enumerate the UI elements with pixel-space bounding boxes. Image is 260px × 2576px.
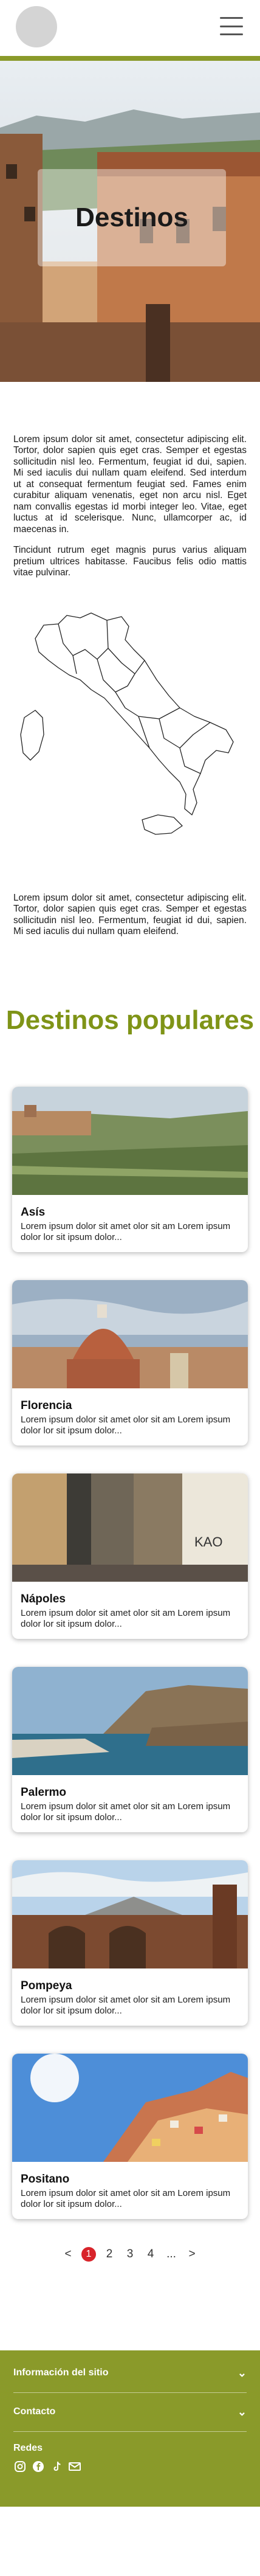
instagram-icon[interactable] (13, 2460, 27, 2473)
top-bar (0, 0, 260, 56)
footer-site-info-toggle[interactable]: Información del sitio ⌄ (13, 2354, 247, 2393)
destination-image (12, 1086, 248, 1195)
social-icons (13, 2460, 247, 2473)
destination-image (12, 1860, 248, 1968)
destination-image (12, 1279, 248, 1388)
prev-page-button[interactable]: < (61, 2247, 75, 2262)
footer-social-label: Redes (13, 2442, 43, 2453)
facebook-icon[interactable] (32, 2460, 45, 2473)
destination-description: Lorem ipsum dolor sit amet olor sit am L… (21, 2187, 231, 2209)
pagination-ellipsis: ... (166, 2247, 176, 2260)
destination-card[interactable]: Palermo Lorem ipsum dolor sit amet olor … (12, 1666, 248, 1832)
destination-card[interactable]: KAO Nápoles Lorem ipsum dolor sit amet o… (12, 1473, 248, 1639)
chevron-down-icon: ⌄ (237, 2405, 247, 2418)
destinations-list: Asís Lorem ipsum dolor sit amet olor sit… (0, 1086, 260, 2219)
italy-map-outline (20, 612, 234, 835)
destination-name: Asís (21, 1205, 46, 1219)
next-page-button[interactable]: > (185, 2247, 199, 2262)
destination-description: Lorem ipsum dolor sit amet olor sit am L… (21, 1220, 231, 1242)
destination-description: Lorem ipsum dolor sit amet olor sit am L… (21, 1414, 231, 1436)
hero-banner: Destinos (0, 61, 260, 382)
intro-paragraph-3: Lorem ipsum dolor sit amet, consectetur … (13, 892, 247, 937)
tiktok-icon[interactable] (50, 2460, 63, 2473)
destination-description: Lorem ipsum dolor sit amet olor sit am L… (21, 1801, 231, 1823)
italy-map (0, 589, 260, 850)
destination-card[interactable]: Positano Lorem ipsum dolor sit amet olor… (12, 2053, 248, 2219)
intro-text-2: Lorem ipsum dolor sit amet, consectetur … (0, 850, 260, 938)
logo-placeholder[interactable] (16, 6, 57, 47)
destination-card[interactable]: Florencia Lorem ipsum dolor sit amet olo… (12, 1279, 248, 1446)
destination-card[interactable]: Asís Lorem ipsum dolor sit amet olor sit… (12, 1086, 248, 1252)
page-4-button[interactable]: 4 (143, 2247, 158, 2262)
destination-description: Lorem ipsum dolor sit amet olor sit am L… (21, 1607, 231, 1629)
popular-destinations-title: Destinos populares (5, 1005, 255, 1035)
mail-icon[interactable] (68, 2460, 81, 2473)
destination-name: Pompeya (21, 1979, 72, 1992)
footer-contact-toggle[interactable]: Contacto ⌄ (13, 2393, 247, 2432)
destination-name: Florencia (21, 1399, 72, 1412)
destination-description: Lorem ipsum dolor sit amet olor sit am L… (21, 1994, 231, 2016)
accent-bar (0, 56, 260, 61)
destination-image (12, 1666, 248, 1775)
hero-title-box: Destinos (38, 169, 226, 266)
intro-text: Lorem ipsum dolor sit amet, consectetur … (0, 382, 260, 579)
footer-site-info-label: Información del sitio (13, 2367, 109, 2378)
destination-card[interactable]: Pompeya Lorem ipsum dolor sit amet olor … (12, 1860, 248, 2026)
footer-contact-label: Contacto (13, 2406, 56, 2417)
hamburger-icon[interactable] (220, 17, 243, 35)
pagination: < 1 2 3 4 ... > (0, 2246, 260, 2262)
page-title: Destinos (75, 203, 188, 232)
chevron-down-icon: ⌄ (237, 2366, 247, 2379)
intro-paragraph-1: Lorem ipsum dolor sit amet, consectetur … (13, 434, 247, 535)
footer: Información del sitio ⌄ Contacto ⌄ Redes (0, 2350, 260, 2507)
destination-image: KAO (12, 1473, 248, 1582)
svg-text:KAO: KAO (194, 1534, 222, 1549)
destination-name: Positano (21, 2172, 70, 2186)
page-1-button[interactable]: 1 (81, 2246, 96, 2262)
destination-name: Palermo (21, 1785, 66, 1799)
destination-name: Nápoles (21, 1592, 66, 1605)
page-3-button[interactable]: 3 (123, 2247, 137, 2262)
intro-paragraph-2: Tincidunt rutrum eget magnis purus variu… (13, 545, 247, 578)
destination-image (12, 2053, 248, 2162)
page-2-button[interactable]: 2 (102, 2247, 117, 2262)
